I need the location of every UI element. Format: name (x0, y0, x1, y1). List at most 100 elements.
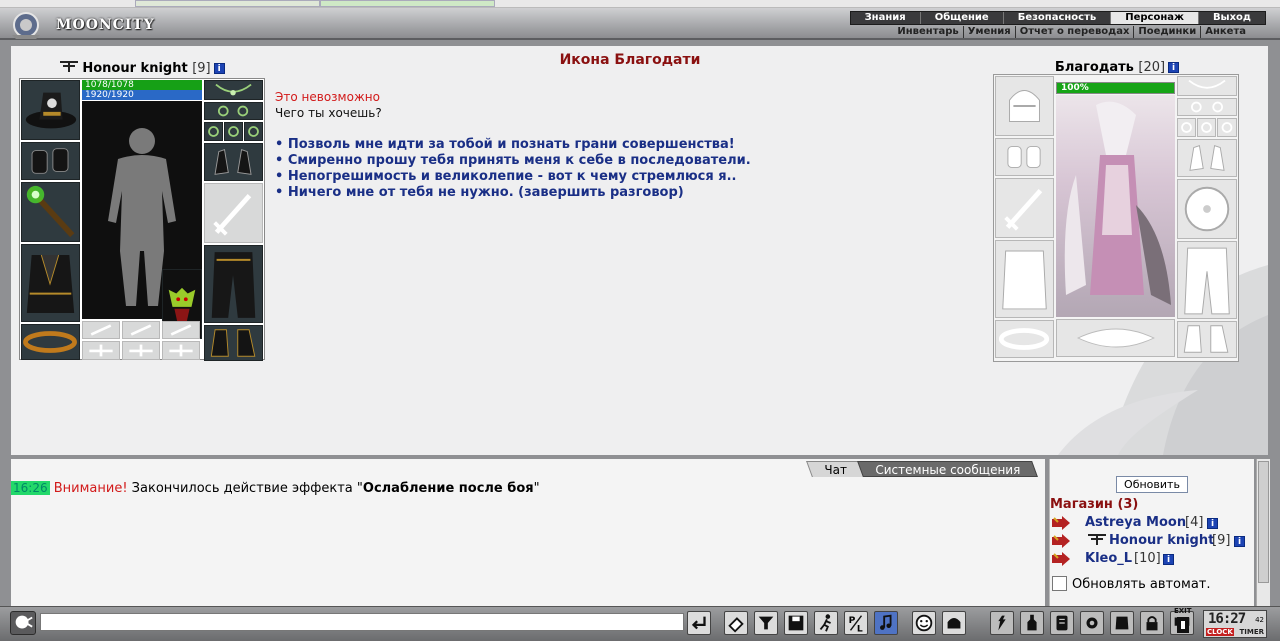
browser-tab[interactable] (135, 0, 320, 7)
translit-icon: PL (849, 615, 863, 634)
npc-info-icon[interactable]: i (1168, 62, 1180, 73)
lock-button[interactable] (1140, 611, 1164, 635)
speaker-head-icon[interactable] (10, 611, 36, 635)
belt-slot[interactable] (21, 324, 80, 360)
private-message-icon[interactable] (1050, 516, 1072, 530)
player-name[interactable]: Honour knight (82, 61, 187, 76)
boots-slot[interactable] (204, 325, 263, 361)
sound-toggle[interactable] (874, 611, 898, 635)
helmet-slot[interactable] (21, 80, 80, 140)
dialog-option-2[interactable]: • Смиренно прошу тебя принять меня к себ… (275, 153, 751, 168)
amulet-slot[interactable] (204, 80, 263, 100)
info-icon[interactable]: i (1163, 554, 1174, 565)
quests-button[interactable] (1050, 611, 1074, 635)
chat-input[interactable] (40, 613, 684, 631)
menu-knowledge[interactable]: Знания (851, 12, 920, 24)
smiles-button[interactable] (912, 611, 936, 635)
armor-slot[interactable] (21, 244, 80, 322)
online-user-row: Astreya Moon [4] i (1050, 515, 1250, 532)
refresh-button[interactable]: Обновить (1116, 476, 1188, 493)
info-icon[interactable]: i (1207, 518, 1218, 529)
bracers-icon (1007, 146, 1041, 168)
enter-button[interactable] (687, 611, 711, 635)
tab-system-messages[interactable]: Системные сообщения (857, 461, 1038, 477)
submenu-duels[interactable]: Поединки (1133, 26, 1200, 38)
clear-button[interactable] (724, 611, 748, 635)
filter-button[interactable] (754, 611, 778, 635)
dialog-option-4[interactable]: • Ничего мне от тебя не нужно. (завершит… (275, 185, 684, 200)
ornament-icon (1076, 328, 1155, 348)
dialog-option-3[interactable]: • Непогрешимость и великолепие - вот к ч… (275, 169, 736, 184)
online-user-row: Kleo_L [10] i (1050, 551, 1250, 568)
info-icon[interactable]: i (1234, 536, 1245, 547)
submenu-inventory[interactable]: Инвентарь (893, 26, 962, 38)
info-icon[interactable]: i (213, 63, 225, 74)
pocket-slot-3[interactable] (162, 321, 200, 339)
online-user-name[interactable]: Astreya Moon (1085, 515, 1186, 530)
ring-slot-3[interactable] (244, 122, 263, 141)
battle-button[interactable] (990, 611, 1014, 635)
pocket-slot-1[interactable] (82, 321, 120, 339)
logo-text: MOONCITY (56, 17, 155, 33)
menu-character[interactable]: Персонаж (1110, 12, 1198, 24)
gloves-slot[interactable] (204, 143, 263, 181)
player-equipment: 1078/1078 1920/1920 (19, 78, 265, 361)
chat-message-time[interactable]: 16:26 (11, 481, 50, 495)
dialog-option-1[interactable]: • Позволь мне идти за тобой и познать гр… (275, 137, 735, 152)
ring-slot-1[interactable] (204, 122, 223, 141)
pants-slot[interactable] (204, 245, 263, 323)
helmet-icon (1009, 90, 1040, 122)
online-list-panel: Обновить Магазин (3) Astreya Moon [4] i Ho… (1049, 459, 1254, 606)
items-button[interactable] (1020, 611, 1044, 635)
browser-tab-active[interactable] (320, 0, 495, 7)
ring-slot-2[interactable] (224, 122, 243, 141)
timer-mode-button[interactable]: TIMER (1239, 628, 1264, 636)
rune-slot-2[interactable] (122, 341, 160, 360)
trousers-icon (211, 252, 256, 318)
earrings-slot[interactable] (204, 102, 263, 120)
clock-mode-button[interactable]: CLOCK (1206, 628, 1234, 636)
necklace-icon (215, 83, 252, 96)
boots-icon (1183, 325, 1229, 353)
sword-icon (1004, 188, 1043, 231)
menu-security[interactable]: Безопасность (1002, 12, 1111, 24)
menu-communication[interactable]: Общение (919, 12, 1003, 24)
save-log-button[interactable] (784, 611, 808, 635)
auto-refresh-checkbox[interactable] (1052, 576, 1067, 591)
rune-icon (89, 344, 113, 357)
private-message-icon[interactable] (1050, 552, 1072, 566)
escape-button[interactable] (814, 611, 838, 635)
submenu-skills[interactable]: Умения (962, 26, 1015, 38)
game-logo: MOONCITY (6, 10, 156, 39)
rune-slot-3[interactable] (162, 341, 200, 360)
submenu-profile[interactable]: Анкета (1200, 26, 1250, 38)
scrollbar-thumb[interactable] (1258, 461, 1269, 583)
submenu-transfer-report[interactable]: Отчет о переводах (1014, 26, 1134, 38)
bracers-slot[interactable] (21, 142, 80, 180)
translit-button[interactable]: PL (844, 611, 868, 635)
tab-system-label: Системные сообщения (875, 463, 1021, 477)
rune-slot-1[interactable] (82, 341, 120, 360)
rune-icon (169, 344, 193, 357)
online-user-name[interactable]: Honour knight (1109, 533, 1214, 548)
offhand-slot-empty[interactable] (204, 183, 263, 243)
boots-icon (210, 329, 256, 357)
ring-icon (208, 126, 219, 137)
ring-icon (1181, 122, 1192, 133)
private-message-icon[interactable] (1050, 534, 1072, 548)
settings-button[interactable] (1080, 611, 1104, 635)
weapon-slot[interactable] (21, 182, 80, 242)
exit-game-button[interactable]: EXIT (1172, 607, 1194, 637)
npc-hp-label: 100% (1061, 83, 1089, 93)
online-list-scrollbar[interactable] (1256, 459, 1270, 606)
bottom-toolbar: PL EXIT 16:27 42 CLOCK TIMER (0, 606, 1280, 641)
pocket-slot-2[interactable] (122, 321, 160, 339)
armor-button[interactable] (1110, 611, 1134, 635)
character-button[interactable] (942, 611, 966, 635)
tab-chat[interactable]: Чат (806, 461, 865, 477)
menu-exit[interactable]: Выход (1197, 12, 1265, 24)
npc-ring-slot-3 (1217, 118, 1237, 137)
online-user-name[interactable]: Kleo_L (1085, 551, 1132, 566)
running-man-icon (819, 614, 831, 632)
ring-icon (1201, 122, 1212, 133)
